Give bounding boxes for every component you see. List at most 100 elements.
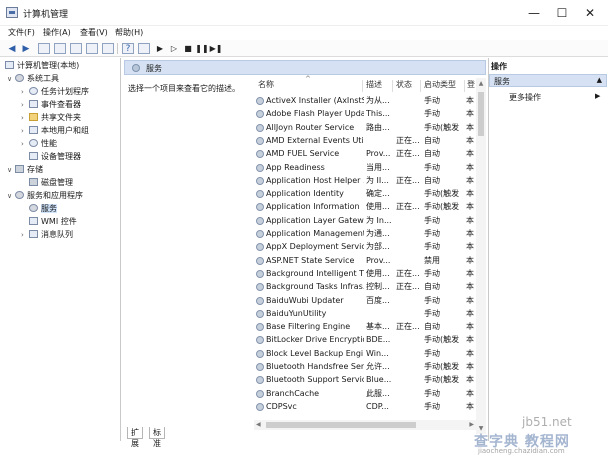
service-row[interactable]: BaiduYunUtility 手动 本 xyxy=(254,307,476,320)
service-row[interactable]: Application Layer Gatewa...为 In... 手动 本 xyxy=(254,214,476,227)
service-gear-icon xyxy=(256,363,264,371)
service-name: Background Intelligent T... xyxy=(266,268,364,278)
scroll-right-icon[interactable]: ▶ xyxy=(469,420,474,430)
column-header-description[interactable]: 描述 xyxy=(366,79,382,90)
service-row[interactable]: BranchCache 此服... 手动 本 xyxy=(254,387,476,400)
maximize-button[interactable]: ☐ xyxy=(548,2,576,24)
service-row[interactable]: Background Tasks Infras... 控制... 正在... 自动 本 xyxy=(254,280,476,293)
service-row[interactable]: ActiveX Installer (AxInstSV)为从... 手动 本 xyxy=(254,94,476,107)
tree-item-task-scheduler[interactable]: › 任务计划程序 xyxy=(21,86,89,98)
column-divider[interactable] xyxy=(464,80,465,92)
column-header-logon[interactable]: 登 xyxy=(467,79,475,90)
close-button[interactable]: ✕ xyxy=(576,2,604,24)
console-icon[interactable] xyxy=(138,43,150,54)
tree-item-shared-folders[interactable]: › 共享文件夹 xyxy=(21,112,81,124)
tree-item-storage[interactable]: ∨ 存储 xyxy=(7,164,43,176)
column-header-status[interactable]: 状态 xyxy=(396,79,412,90)
service-row[interactable]: ASP.NET State Service Prov... 禁用 本 xyxy=(254,254,476,267)
service-row[interactable]: Application Host Helper ... 为 II... 正在... 自… xyxy=(254,174,476,187)
service-row[interactable]: CDPSvc CDP... 手动 本 xyxy=(254,400,476,413)
service-row[interactable]: Background Intelligent T... 使用... 正在... 手动 本 xyxy=(254,267,476,280)
column-divider[interactable] xyxy=(392,80,393,92)
collapse-chevron-icon[interactable]: ∨ xyxy=(7,73,15,85)
service-gear-icon xyxy=(256,163,264,172)
service-logon-as: 本 xyxy=(466,149,474,159)
submenu-arrow-icon[interactable]: ▶ xyxy=(595,92,600,100)
column-divider[interactable] xyxy=(420,80,421,92)
service-logon-as: 本 xyxy=(466,189,474,199)
scrollbar-thumb[interactable] xyxy=(478,92,484,136)
service-row[interactable]: Block Level Backup Engi... Win... 手动 本 xyxy=(254,347,476,360)
folder-up-icon[interactable] xyxy=(38,43,50,54)
more-actions-link[interactable]: 更多操作 xyxy=(509,92,541,103)
minimize-button[interactable]: — xyxy=(520,2,548,24)
service-row[interactable]: Adobe Flash Player Upda... This... 手动 本 xyxy=(254,107,476,120)
horizontal-scrollbar[interactable]: ◀ ▶ xyxy=(254,420,476,430)
scroll-up-icon[interactable]: ▲ xyxy=(476,80,486,87)
actions-section-services[interactable]: 服务 ▲ xyxy=(489,74,607,87)
tree-item-disk-management[interactable]: 磁盘管理 xyxy=(21,177,73,189)
tree-item-system-tools[interactable]: ∨ 系统工具 xyxy=(7,73,59,85)
refresh-icon[interactable] xyxy=(86,43,98,54)
vertical-scrollbar[interactable]: ▲ ▼ xyxy=(476,78,486,434)
service-row[interactable]: Bluetooth Handsfree Ser...允许... 手动(触发... 本 xyxy=(254,360,476,373)
column-header-startup-type[interactable]: 启动类型 xyxy=(424,79,456,90)
collapse-chevron-icon[interactable]: ∨ xyxy=(7,190,15,202)
service-row[interactable]: AMD FUEL Service Prov... 正在... 自动 本 xyxy=(254,147,476,160)
tree-item-services-and-applications[interactable]: ∨ 服务和应用程序 xyxy=(7,190,83,202)
console-tree-icon[interactable] xyxy=(54,43,66,54)
restart-icon[interactable]: ▶❚ xyxy=(210,43,223,54)
service-row[interactable]: Application Identity 确定... 手动(触发... 本 xyxy=(254,187,476,200)
menu-file[interactable]: 文件(F) xyxy=(8,27,35,38)
service-startup-type: 手动 xyxy=(424,215,440,225)
service-startup-type: 手动 xyxy=(424,295,440,305)
expand-chevron-icon[interactable]: › xyxy=(21,138,29,150)
service-row[interactable]: Application Management 为通... 手动 本 xyxy=(254,227,476,240)
help-icon[interactable]: ? xyxy=(122,43,134,54)
service-startup-type: 手动(触发... xyxy=(424,189,460,199)
tree-item-device-manager[interactable]: 设备管理器 xyxy=(21,151,81,163)
service-row[interactable]: AppX Deployment Servic... 为部... 手动 本 xyxy=(254,240,476,253)
menu-view[interactable]: 查看(V) xyxy=(80,27,108,38)
tab-extended[interactable]: 扩展 xyxy=(127,427,143,448)
tree-item-event-viewer[interactable]: › 事件查看器 xyxy=(21,99,81,111)
tree-item-wmi-control[interactable]: WMI 控件 xyxy=(21,216,77,228)
column-divider[interactable] xyxy=(362,80,363,92)
expand-chevron-icon[interactable]: › xyxy=(21,125,29,137)
service-row[interactable]: Base Filtering Engine 基本... 正在... 自动 本 xyxy=(254,320,476,333)
expand-chevron-icon[interactable]: › xyxy=(21,112,29,124)
service-row[interactable]: AllJoyn Router Service 路由... 手动(触发... 本 xyxy=(254,121,476,134)
service-logon-as: 本 xyxy=(466,162,474,172)
export-icon[interactable] xyxy=(102,43,114,54)
collapse-chevron-icon[interactable]: ∨ xyxy=(7,164,15,176)
service-row[interactable]: BaiduWubi Updater 百度... 手动 本 xyxy=(254,294,476,307)
tree-item-computer-management[interactable]: 计算机管理(本地) xyxy=(5,60,79,72)
service-row[interactable]: BitLocker Drive Encryptio...BDE... 手动(触发.… xyxy=(254,333,476,346)
menu-help[interactable]: 帮助(H) xyxy=(115,27,143,38)
expand-chevron-icon[interactable]: › xyxy=(21,99,29,111)
tree-item-performance[interactable]: › 性能 xyxy=(21,138,57,150)
back-arrow-icon[interactable]: ◀ xyxy=(6,43,18,54)
column-header-name[interactable]: 名称 xyxy=(258,79,274,90)
scroll-left-icon[interactable]: ◀ xyxy=(256,420,261,430)
play-icon[interactable]: ▶ xyxy=(154,43,166,54)
service-row[interactable]: AMD External Events Utility 正在... 自动 本 xyxy=(254,134,476,147)
service-row[interactable]: Bluetooth Support ServiceBlue... 手动(触发...… xyxy=(254,373,476,386)
tree-item-services[interactable]: 服务 xyxy=(21,203,57,215)
expand-chevron-icon[interactable]: › xyxy=(21,86,29,98)
play-next-icon[interactable]: ▷ xyxy=(168,43,180,54)
collapse-up-icon[interactable]: ▲ xyxy=(597,76,602,84)
service-row[interactable]: Application Information 使用... 正在... 手动(触发..… xyxy=(254,200,476,213)
forward-arrow-icon[interactable]: ▶ xyxy=(20,43,32,54)
expand-chevron-icon[interactable]: › xyxy=(21,229,29,241)
stop-icon[interactable]: ■ xyxy=(182,43,194,54)
tree-item-message-queuing[interactable]: › 消息队列 xyxy=(21,229,73,241)
service-description-cell: 基本... xyxy=(366,322,390,332)
scrollbar-thumb[interactable] xyxy=(266,422,416,428)
tree-item-local-users[interactable]: › 本地用户和组 xyxy=(21,125,89,137)
properties-icon[interactable] xyxy=(70,43,82,54)
menu-action[interactable]: 操作(A) xyxy=(43,27,71,38)
pause-icon[interactable]: ❚❚ xyxy=(195,43,208,54)
service-row[interactable]: App Readiness 当用... 手动 本 xyxy=(254,161,476,174)
tab-standard[interactable]: 标准 xyxy=(149,427,165,448)
